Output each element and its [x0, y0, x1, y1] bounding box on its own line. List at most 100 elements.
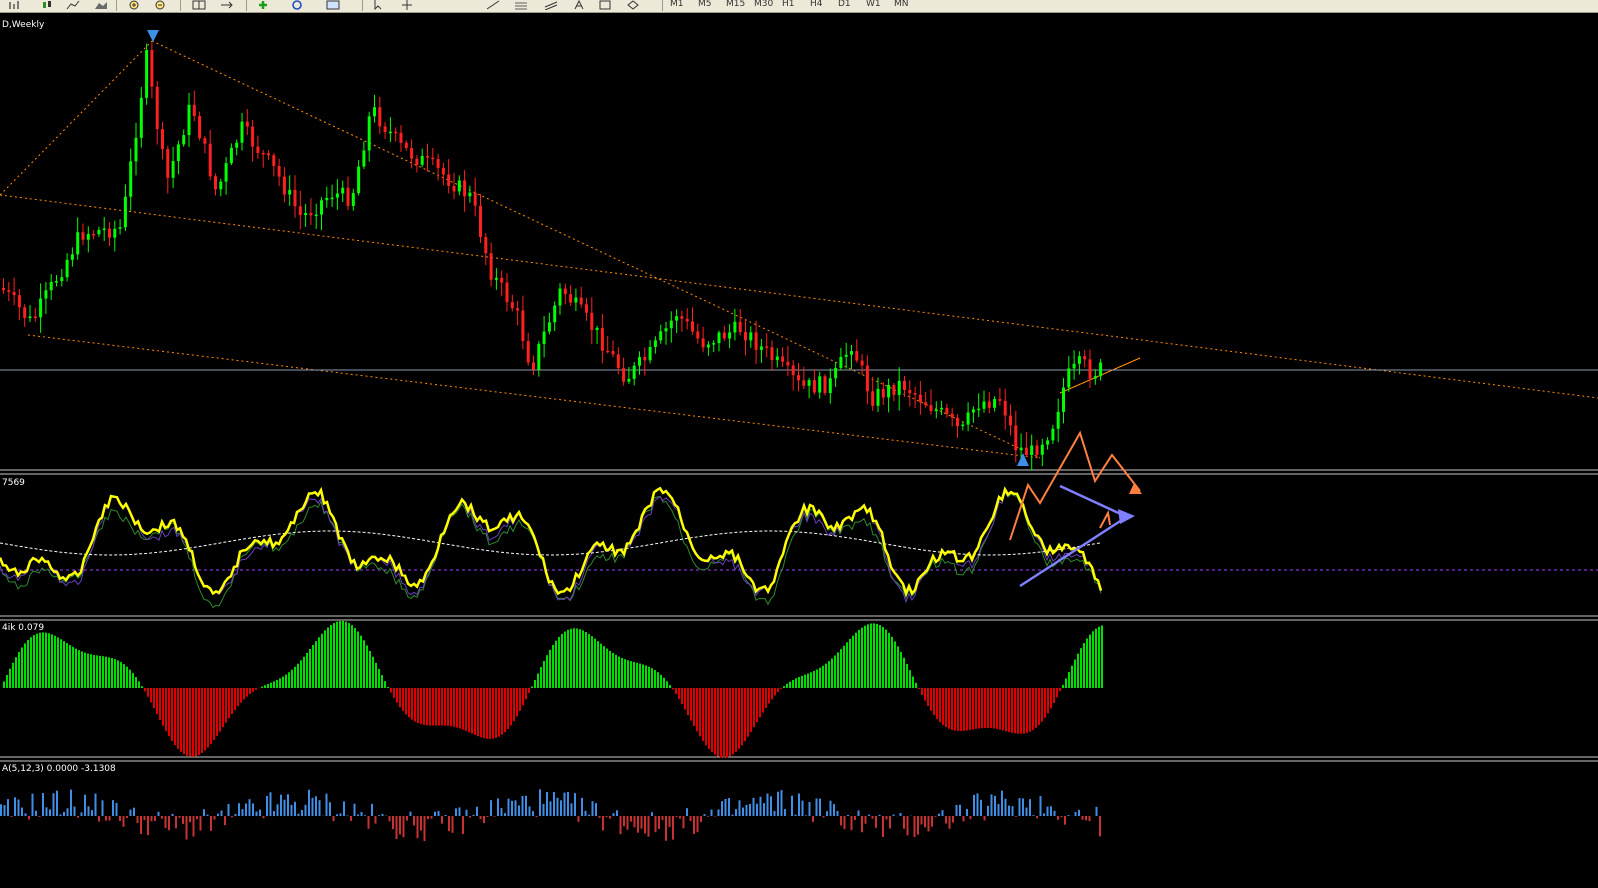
- histogram1-bar: [699, 688, 701, 737]
- candle-body: [129, 161, 133, 197]
- histogram1-bar: [915, 682, 917, 688]
- channel-icon[interactable]: [544, 0, 558, 10]
- candle-body: [892, 384, 896, 395]
- histogram2-bar: [7, 799, 9, 816]
- trendline-icon[interactable]: [486, 0, 500, 10]
- autoscroll-icon[interactable]: [220, 0, 234, 10]
- candle-body: [569, 294, 573, 303]
- histogram2-bar: [1008, 805, 1010, 816]
- histogram1-bar: [969, 688, 971, 730]
- histogram2-bar: [3, 805, 6, 816]
- histogram2-bar: [518, 805, 520, 816]
- candle-body: [1067, 368, 1071, 388]
- histogram2-bar: [549, 801, 552, 816]
- timeframe-h1[interactable]: H1: [782, 0, 795, 10]
- fractal-down-arrow: [147, 30, 159, 42]
- candle-body: [198, 115, 202, 139]
- zoom-in-icon[interactable]: [128, 0, 142, 10]
- histogram1-bar: [24, 643, 26, 688]
- candle-body: [394, 131, 398, 134]
- timeframe-mn[interactable]: MN: [894, 0, 909, 10]
- timeframe-m15[interactable]: M15: [726, 0, 745, 10]
- fibo-icon[interactable]: [514, 0, 528, 10]
- chart-bar-icon[interactable]: [8, 0, 22, 10]
- tile-windows-icon[interactable]: [192, 0, 206, 10]
- timeframe-m30[interactable]: M30: [754, 0, 773, 10]
- histogram1-bar: [399, 688, 401, 708]
- histogram2-bar: [1060, 816, 1063, 818]
- arrows-icon[interactable]: [626, 0, 640, 10]
- histogram1-bar: [156, 688, 158, 715]
- histogram1-bar: [549, 649, 551, 688]
- timeframe-h4[interactable]: H4: [810, 0, 823, 10]
- candle-body: [966, 412, 970, 425]
- histogram2-bar: [948, 816, 951, 829]
- histogram2-bar: [420, 816, 422, 831]
- histogram2-bar: [924, 816, 926, 828]
- histogram1-bar: [627, 660, 629, 688]
- histogram2-bar: [1074, 812, 1077, 816]
- histogram1-bar: [999, 688, 1001, 730]
- histogram1-bar: [1065, 678, 1067, 688]
- chart-candle-icon[interactable]: [40, 0, 54, 10]
- histogram2-bar: [399, 816, 401, 835]
- histogram1-bar: [237, 688, 239, 707]
- histogram1-bar: [1092, 631, 1094, 688]
- histogram2-bar: [871, 816, 874, 819]
- zoom-out-icon[interactable]: [154, 0, 168, 10]
- histogram2-bar: [798, 793, 800, 816]
- histogram1-bar: [363, 640, 365, 688]
- histogram2-bar: [966, 808, 968, 816]
- histogram1-bar: [1029, 688, 1031, 732]
- histogram1-bar: [219, 688, 221, 732]
- histogram2-bar: [864, 816, 867, 824]
- histogram2-bar: [833, 804, 835, 816]
- histogram2-bar: [644, 816, 646, 834]
- new-order-icon[interactable]: [256, 0, 270, 10]
- histogram1-bar: [15, 657, 17, 688]
- candle-body: [797, 375, 800, 381]
- candle-body: [802, 380, 806, 386]
- candle-body: [346, 187, 350, 206]
- histogram2-bar: [458, 807, 461, 816]
- label-icon[interactable]: [598, 0, 612, 10]
- histogram2-bar: [122, 816, 125, 827]
- histogram1-bar: [225, 688, 227, 723]
- candle-body: [940, 407, 944, 410]
- histogram1-bar: [1011, 688, 1013, 733]
- histogram2-bar: [560, 800, 562, 816]
- timeframe-m1[interactable]: M1: [670, 0, 684, 10]
- crosshair-icon[interactable]: [400, 0, 414, 10]
- candle-body: [606, 350, 610, 353]
- candle-body: [1077, 356, 1081, 364]
- histogram1-bar: [765, 688, 767, 708]
- histogram2-bar: [616, 810, 618, 816]
- autotrading-icon[interactable]: [290, 0, 304, 10]
- candle-body: [479, 205, 482, 237]
- candle-body: [653, 340, 657, 348]
- text-icon[interactable]: [572, 0, 586, 10]
- histogram1-bar: [981, 688, 983, 729]
- histogram1-bar: [753, 688, 755, 728]
- histogram2-bar: [0, 804, 2, 816]
- chart-template-icon[interactable]: [326, 0, 340, 10]
- timeframe-w1[interactable]: W1: [866, 0, 881, 10]
- candle-body: [516, 308, 520, 311]
- timeframe-m5[interactable]: M5: [698, 0, 712, 10]
- candle-body: [998, 399, 1002, 401]
- cursor-icon[interactable]: [372, 0, 386, 10]
- histogram2-bar: [266, 795, 268, 816]
- histogram2-bar: [745, 804, 748, 816]
- timeframe-d1[interactable]: D1: [838, 0, 851, 10]
- histogram2-bar: [819, 798, 821, 816]
- histogram1-bar: [180, 688, 182, 752]
- histogram2-bar: [364, 815, 366, 816]
- chart-area[interactable]: D,Weekly 7569 4ik 0.079 A(5,12,3) 0.0000 -3…: [0, 13, 1598, 888]
- histogram1-bar: [36, 633, 38, 688]
- histogram1-bar: [810, 672, 812, 688]
- histogram1-bar: [630, 661, 632, 688]
- histogram2-bar: [472, 814, 475, 816]
- chart-line-icon[interactable]: [66, 0, 80, 10]
- chart-area-icon[interactable]: [94, 0, 108, 10]
- histogram2-bar: [206, 814, 209, 816]
